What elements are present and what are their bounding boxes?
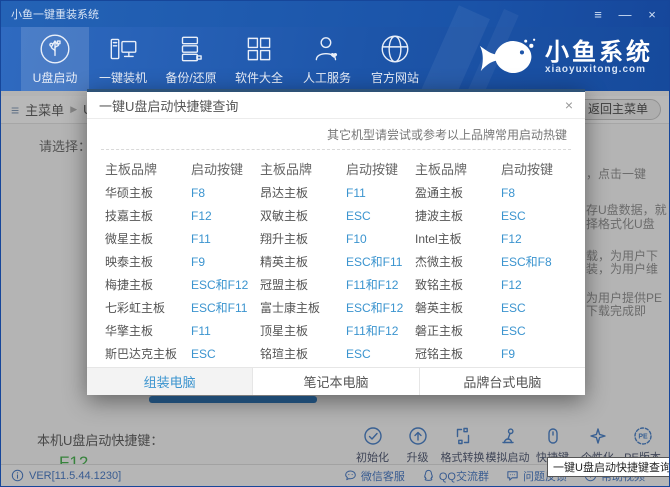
nav-item-label: 备份/还原 — [165, 69, 216, 86]
key-cell: ESC和F11 — [191, 297, 260, 320]
brand-cell: 梅捷主板 — [105, 274, 191, 297]
key-cell: ESC和F12 — [346, 297, 415, 320]
hotkey-table: 主板品牌启动按键主板品牌启动按键主板品牌启动按键华硕主板F8昂达主板F11盈通主… — [87, 150, 585, 367]
brand-cell: 映泰主板 — [105, 251, 191, 274]
brand-name: 小鱼系统 — [545, 40, 653, 65]
usb-icon — [38, 32, 72, 66]
dialog-close-button[interactable]: × — [565, 97, 573, 113]
brand-cell: 翔升主板 — [260, 228, 346, 251]
nav-item-backup-restore[interactable]: 备份/还原 — [157, 27, 225, 91]
brand-cell: 昂达主板 — [260, 182, 346, 205]
column-header-key: 启动按键 — [501, 157, 570, 182]
brand-cell: 富士康主板 — [260, 297, 346, 320]
dialog-tabs: 组装电脑笔记本电脑品牌台式电脑 — [87, 367, 585, 395]
brand-cell: 七彩虹主板 — [105, 297, 191, 320]
brand-cell: Intel主板 — [415, 228, 501, 251]
key-cell: F9 — [191, 251, 260, 274]
person-icon — [310, 32, 344, 66]
key-cell: ESC — [346, 343, 415, 366]
hotkey-dialog: 一键U盘启动快捷键查询 × 其它机型请尝试或参考以上品牌常用启动热键 主板品牌启… — [87, 89, 585, 395]
tab-indicator — [149, 396, 317, 403]
window-title: 小鱼一键重装系统 — [11, 6, 99, 22]
key-cell: F12 — [501, 228, 570, 251]
key-cell: F12 — [501, 274, 570, 297]
grid-icon — [242, 32, 276, 66]
key-cell: F10 — [346, 228, 415, 251]
brand-cell: 微星主板 — [105, 228, 191, 251]
minimize-button[interactable]: — — [618, 7, 632, 22]
brand-cell: 技嘉主板 — [105, 205, 191, 228]
key-cell: F11和F12 — [346, 274, 415, 297]
key-cell: F12 — [191, 205, 260, 228]
server-icon — [174, 32, 208, 66]
key-cell: ESC — [346, 205, 415, 228]
brand-text: 小鱼系统 xiaoyuxitong.com — [545, 40, 653, 76]
brand-cell: 捷波主板 — [415, 205, 501, 228]
column-header-brand: 主板品牌 — [105, 157, 191, 182]
nav-item-one-click-install[interactable]: 一键装机 — [89, 27, 157, 91]
key-cell: F11 — [346, 182, 415, 205]
key-cell: F11 — [191, 228, 260, 251]
tab-laptop[interactable]: 笔记本电脑 — [252, 368, 418, 395]
close-button[interactable]: × — [645, 7, 659, 22]
key-cell: ESC — [191, 343, 260, 366]
nav-item-label: 官方网站 — [371, 69, 419, 86]
nav-item-manual-service[interactable]: 人工服务 — [293, 27, 361, 91]
key-cell: F8 — [501, 182, 570, 205]
fish-logo-icon — [478, 36, 536, 80]
nav-item-label: U盘启动 — [33, 69, 78, 86]
dialog-note: 其它机型请尝试或参考以上品牌常用启动热键 — [87, 119, 585, 147]
titlebar: 小鱼一键重装系统 ≡ — × — [1, 1, 669, 27]
nav-item-official-site[interactable]: 官方网站 — [361, 27, 429, 91]
nav-item-label: 一键装机 — [99, 69, 147, 86]
column-header-brand: 主板品牌 — [415, 157, 501, 182]
nav-item-label: 人工服务 — [303, 69, 351, 86]
brand-cell: 斯巴达克主板 — [105, 343, 191, 366]
brand-cell: 冠盟主板 — [260, 274, 346, 297]
main-nav: U盘启动 一键装机 备份/还原 软件大全 人工服务 官方网站 小鱼系统 xiaoyuxit… — [1, 27, 669, 91]
key-cell: F9 — [501, 343, 570, 366]
column-header-key: 启动按键 — [191, 157, 260, 182]
tooltip: 一键U盘启动快捷键查询 — [547, 457, 670, 477]
brand-cell: 冠铭主板 — [415, 343, 501, 366]
key-cell: ESC — [501, 297, 570, 320]
brand-cell: 双敏主板 — [260, 205, 346, 228]
brand-cell: 杰微主板 — [415, 251, 501, 274]
nav-item-label: 软件大全 — [235, 69, 283, 86]
dialog-title: 一键U盘启动快捷键查询 — [99, 96, 238, 115]
brand-cell: 华擎主板 — [105, 320, 191, 343]
tab-brand-desktop[interactable]: 品牌台式电脑 — [419, 368, 585, 395]
key-cell: F11和F12 — [346, 320, 415, 343]
key-cell: ESC — [501, 320, 570, 343]
column-header-key: 启动按键 — [346, 157, 415, 182]
brand-cell: 磐正主板 — [415, 320, 501, 343]
key-cell: ESC和F11 — [346, 251, 415, 274]
brand-cell: 顶星主板 — [260, 320, 346, 343]
computer-icon — [106, 32, 140, 66]
brand-logo[interactable]: 小鱼系统 xiaoyuxitong.com — [478, 36, 653, 80]
brand-cell: 致铭主板 — [415, 274, 501, 297]
brand-cell: 盈通主板 — [415, 182, 501, 205]
app-window: 小鱼一键重装系统 ≡ — × U盘启动 一键装机 备份/还原 软件大全 人工服务 官方网站… — [0, 0, 670, 487]
key-cell: ESC和F8 — [501, 251, 570, 274]
window-controls: ≡ — × — [591, 7, 659, 22]
window-menu-icon[interactable]: ≡ — [591, 7, 605, 22]
key-cell: ESC — [501, 205, 570, 228]
nav-item-usb-boot[interactable]: U盘启动 — [21, 27, 89, 91]
brand-cell: 华硕主板 — [105, 182, 191, 205]
column-header-brand: 主板品牌 — [260, 157, 346, 182]
globe-icon — [378, 32, 412, 66]
tab-assembled-pc[interactable]: 组装电脑 — [87, 368, 252, 395]
brand-cell: 磐英主板 — [415, 297, 501, 320]
brand-domain: xiaoyuxitong.com — [545, 65, 653, 76]
key-cell: ESC和F12 — [191, 274, 260, 297]
key-cell: F8 — [191, 182, 260, 205]
brand-cell: 铭瑄主板 — [260, 343, 346, 366]
dialog-header: 一键U盘启动快捷键查询 × — [87, 92, 585, 119]
brand-cell: 精英主板 — [260, 251, 346, 274]
key-cell: F11 — [191, 320, 260, 343]
nav-item-software-library[interactable]: 软件大全 — [225, 27, 293, 91]
